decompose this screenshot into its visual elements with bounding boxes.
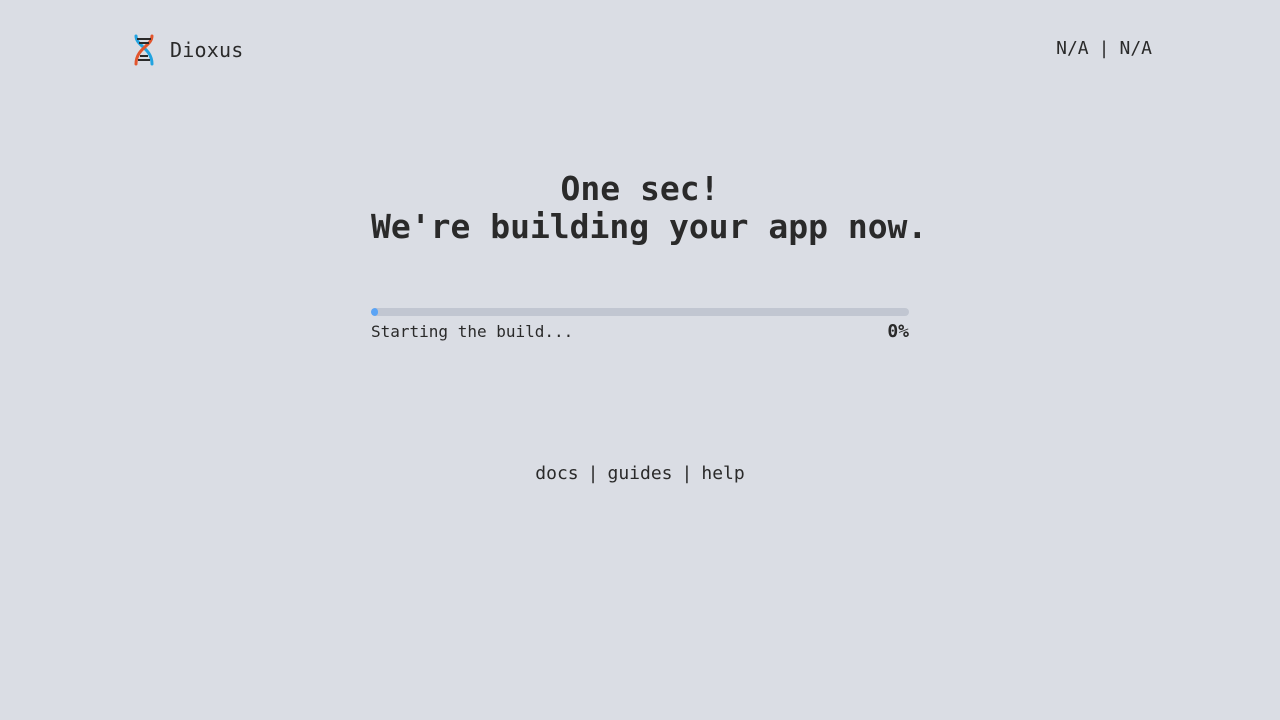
build-progress: Starting the build... 0% xyxy=(371,308,909,342)
page-title: One sec! We're building your app now. xyxy=(371,169,928,246)
dna-helix-icon xyxy=(134,34,154,66)
version-right: N/A xyxy=(1119,38,1152,59)
brand-name: Dioxus xyxy=(170,38,244,62)
progress-percent: 0% xyxy=(887,321,909,342)
progress-fill xyxy=(371,308,378,316)
title-line-2: We're building your app now. xyxy=(371,207,928,246)
progress-track xyxy=(371,308,909,316)
title-line-1: One sec! xyxy=(560,169,720,208)
guides-link[interactable]: guides xyxy=(607,463,672,484)
footer-links: docs | guides | help xyxy=(0,463,1280,484)
version-separator: | xyxy=(1098,38,1110,59)
progress-status: Starting the build... xyxy=(371,322,574,341)
header: Dioxus N/A | N/A xyxy=(0,0,1280,98)
build-status-panel: One sec! We're building your app now. St… xyxy=(371,169,928,342)
version-info: N/A | N/A xyxy=(1056,38,1152,59)
help-link[interactable]: help xyxy=(701,463,744,484)
progress-row: Starting the build... 0% xyxy=(371,321,909,342)
brand[interactable]: Dioxus xyxy=(132,34,243,66)
footer-separator: | xyxy=(587,463,599,484)
footer-separator: | xyxy=(681,463,693,484)
docs-link[interactable]: docs xyxy=(535,463,578,484)
version-left: N/A xyxy=(1056,38,1089,59)
